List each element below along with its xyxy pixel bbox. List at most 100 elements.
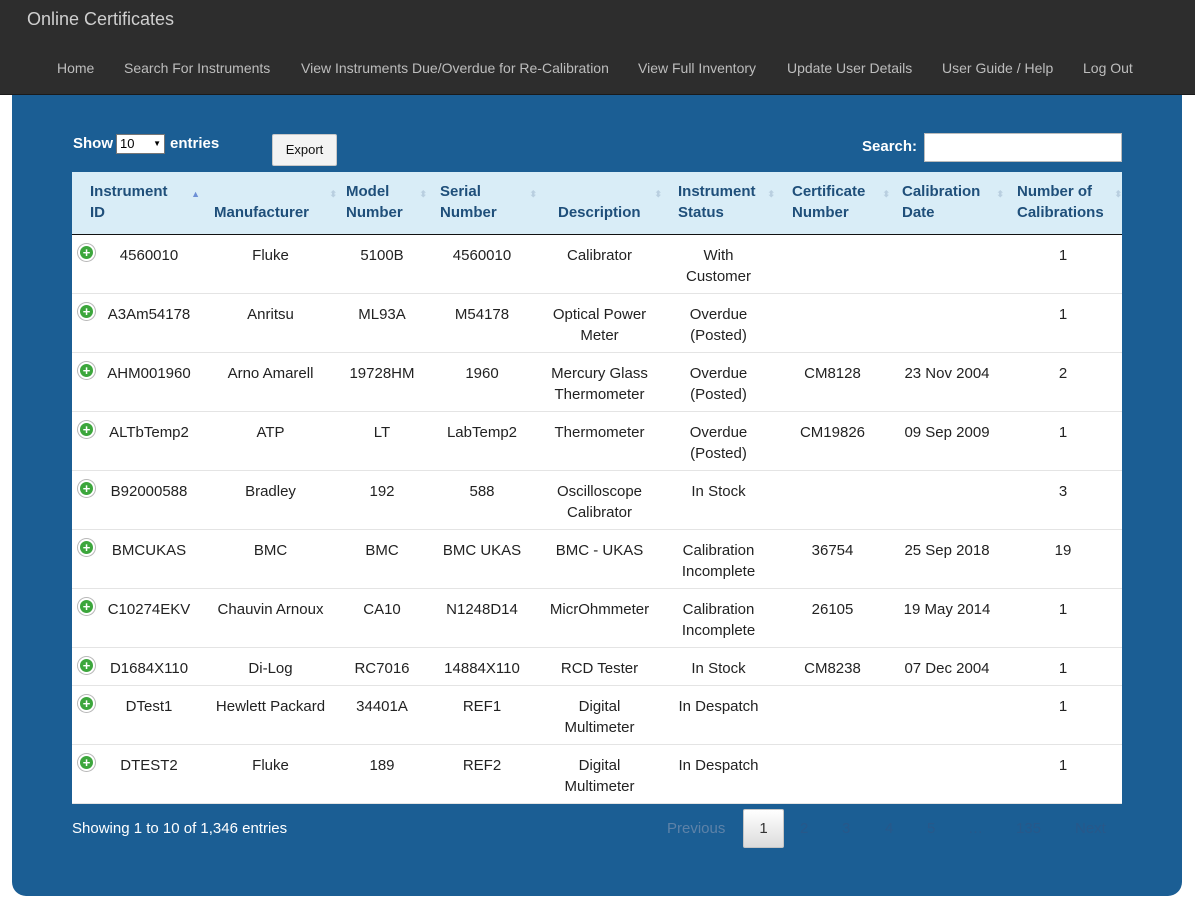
nav-log-out[interactable]: Log Out bbox=[1083, 60, 1133, 76]
cell-text: DTest1 bbox=[125, 698, 173, 715]
cell-number-of-calibrations: 1 bbox=[1004, 422, 1122, 443]
header-label: Manufacturer bbox=[214, 204, 310, 221]
nav-full-inventory[interactable]: View Full Inventory bbox=[638, 60, 756, 76]
plus-circle-icon[interactable]: + bbox=[78, 695, 95, 712]
cell-number-of-calibrations: 1 bbox=[1004, 755, 1122, 776]
plus-circle-icon[interactable]: + bbox=[78, 362, 95, 379]
nav-search-instruments[interactable]: Search For Instruments bbox=[124, 60, 270, 76]
cell-text: 588 bbox=[469, 483, 495, 500]
nav-update-user[interactable]: Update User Details bbox=[787, 60, 912, 76]
plus-circle-icon[interactable]: + bbox=[78, 303, 95, 320]
th-serial-number[interactable]: Serial Number ⬍ bbox=[440, 181, 537, 223]
main-nav: Home Search For Instruments View Instrum… bbox=[0, 60, 1195, 80]
page-button[interactable]: 4 bbox=[885, 820, 893, 837]
sort-both-icon: ⬍ bbox=[419, 189, 427, 199]
plus-circle-icon[interactable]: + bbox=[78, 754, 95, 771]
cell-model-number: BMC bbox=[337, 540, 427, 561]
nav-home[interactable]: Home bbox=[57, 60, 94, 76]
cell-text: In Stock bbox=[691, 660, 746, 677]
cell-instrument-id: DTest1 bbox=[94, 696, 204, 717]
cell-text: RCD Tester bbox=[560, 660, 639, 677]
table-row[interactable]: + D1684X110 Di-Log RC7016 14884X110 RCD Teste… bbox=[72, 648, 1122, 686]
table-row[interactable]: + AHM001960 Arno Amarell 19728HM 1960 Mercury… bbox=[72, 353, 1122, 412]
header-label: Instrument bbox=[678, 183, 756, 200]
cell-certificate-number: 36754 bbox=[775, 540, 890, 561]
cell-certificate-number: CM8238 bbox=[775, 658, 890, 679]
nav-user-guide[interactable]: User Guide / Help bbox=[942, 60, 1053, 76]
cell-text: N1248D14 bbox=[446, 601, 518, 618]
cell-text: AHM001960 bbox=[107, 365, 191, 382]
sort-both-icon: ⬍ bbox=[654, 189, 662, 199]
cell-description: MicrOhmmeter bbox=[537, 599, 662, 620]
page-button[interactable]: 135 bbox=[1016, 820, 1041, 837]
th-description[interactable]: Description ⬍ bbox=[558, 189, 662, 223]
plus-circle-icon[interactable]: + bbox=[78, 598, 95, 615]
page-button-current[interactable]: 1 bbox=[743, 809, 784, 848]
cell-text: ATP bbox=[256, 424, 285, 441]
search-label: Search: bbox=[862, 138, 918, 155]
cell-text: 14884X110 bbox=[444, 660, 520, 677]
th-certificate-number[interactable]: Certificate Number ⬍ bbox=[792, 181, 890, 223]
search-input[interactable] bbox=[924, 133, 1122, 162]
plus-circle-icon[interactable]: + bbox=[78, 657, 95, 674]
pagination-previous[interactable]: Previous bbox=[667, 820, 725, 837]
cell-serial-number: N1248D14 bbox=[427, 599, 537, 620]
table-row[interactable]: + B92000588 Bradley 192 588 Oscilloscope Calib… bbox=[72, 471, 1122, 530]
cell-calibration-date: 09 Sep 2009 bbox=[890, 422, 1004, 443]
table-row[interactable]: + C10274EKV Chauvin Arnoux CA10 N1248D14 Micr… bbox=[72, 589, 1122, 648]
cell-text: 1 bbox=[1058, 757, 1068, 774]
nav-due-overdue[interactable]: View Instruments Due/Overdue for Re-Cali… bbox=[301, 60, 609, 76]
plus-circle-icon[interactable]: + bbox=[78, 539, 95, 556]
plus-circle-icon[interactable]: + bbox=[78, 421, 95, 438]
cell-model-number: 5100B bbox=[337, 245, 427, 266]
cell-text: Incomplete bbox=[681, 622, 756, 639]
table-row[interactable]: + BMCUKAS BMC BMC BMC UKAS BMC - UKAS Calibrat… bbox=[72, 530, 1122, 589]
cell-serial-number: BMC UKAS bbox=[427, 540, 537, 561]
cell-instrument-id: AHM001960 bbox=[94, 363, 204, 384]
cell-text: ALTbTemp2 bbox=[109, 424, 189, 441]
cell-instrument-status: With Customer bbox=[662, 245, 775, 287]
th-instrument-id[interactable]: Instrument ID ▲ bbox=[90, 181, 204, 223]
th-calibration-date[interactable]: Calibration Date ⬍ bbox=[902, 181, 1004, 223]
page-ellipsis: … bbox=[968, 820, 983, 837]
cell-text: 19728HM bbox=[349, 365, 415, 382]
cell-text: Thermometer bbox=[554, 386, 645, 403]
table-body: +4560010 Fluke 5100B 4560010 Calibrator With C… bbox=[72, 235, 1122, 804]
caret-down-icon: ▼ bbox=[153, 139, 161, 148]
cell-text: REF2 bbox=[462, 757, 502, 774]
cell-manufacturer: Chauvin Arnoux bbox=[204, 599, 337, 620]
plus-circle-icon[interactable]: + bbox=[78, 480, 95, 497]
app-title[interactable]: Online Certificates bbox=[27, 9, 174, 30]
cell-number-of-calibrations: 1 bbox=[1004, 304, 1122, 325]
th-instrument-status[interactable]: Instrument Status ⬍ bbox=[678, 181, 775, 223]
entries-length-select[interactable]: 10 ▼ bbox=[116, 134, 165, 154]
page-button[interactable]: 2 bbox=[800, 820, 808, 837]
pagination-next[interactable]: Next bbox=[1075, 820, 1106, 837]
cell-calibration-date: 07 Dec 2004 bbox=[890, 658, 1004, 679]
cell-manufacturer: Fluke bbox=[204, 755, 337, 776]
top-navbar: Online Certificates Home Search For Inst… bbox=[0, 0, 1195, 95]
page-button[interactable]: 3 bbox=[842, 820, 850, 837]
cell-model-number: 192 bbox=[337, 481, 427, 502]
table-row[interactable]: + ALTbTemp2 ATP LT LabTemp2 Thermometer Overdu… bbox=[72, 412, 1122, 471]
cell-instrument-status: In Despatch bbox=[662, 755, 775, 776]
th-model-number[interactable]: Model Number ⬍ bbox=[346, 181, 427, 223]
cell-text: Digital bbox=[578, 757, 621, 774]
cell-text: (Posted) bbox=[690, 327, 747, 344]
table-row[interactable]: + A3Am54178 Anritsu ML93A M54178 Optical Powe… bbox=[72, 294, 1122, 353]
table-row[interactable]: + DTEST2 Fluke 189 REF2 Digital Multimeter In D… bbox=[72, 745, 1122, 804]
header-label: Number bbox=[792, 204, 849, 221]
th-number-of-calibrations[interactable]: Number of Calibrations ⬍ bbox=[1017, 181, 1122, 223]
table-row[interactable]: + DTest1 Hewlett Packard 34401A REF1 Digital M… bbox=[72, 686, 1122, 745]
header-label: Number bbox=[440, 204, 497, 221]
cell-text: 34401A bbox=[356, 698, 408, 715]
export-button[interactable]: Export bbox=[272, 134, 337, 166]
cell-text: Mercury Glass bbox=[551, 365, 648, 382]
th-manufacturer[interactable]: Manufacturer ⬍ bbox=[214, 189, 337, 223]
table-row[interactable]: +4560010 Fluke 5100B 4560010 Calibrator With C… bbox=[72, 235, 1122, 294]
cell-text: In Despatch bbox=[678, 698, 759, 715]
cell-number-of-calibrations: 1 bbox=[1004, 696, 1122, 717]
page-button[interactable]: 5 bbox=[927, 820, 935, 837]
header-label: Calibrations bbox=[1017, 204, 1104, 221]
plus-circle-icon[interactable]: + bbox=[78, 244, 95, 261]
